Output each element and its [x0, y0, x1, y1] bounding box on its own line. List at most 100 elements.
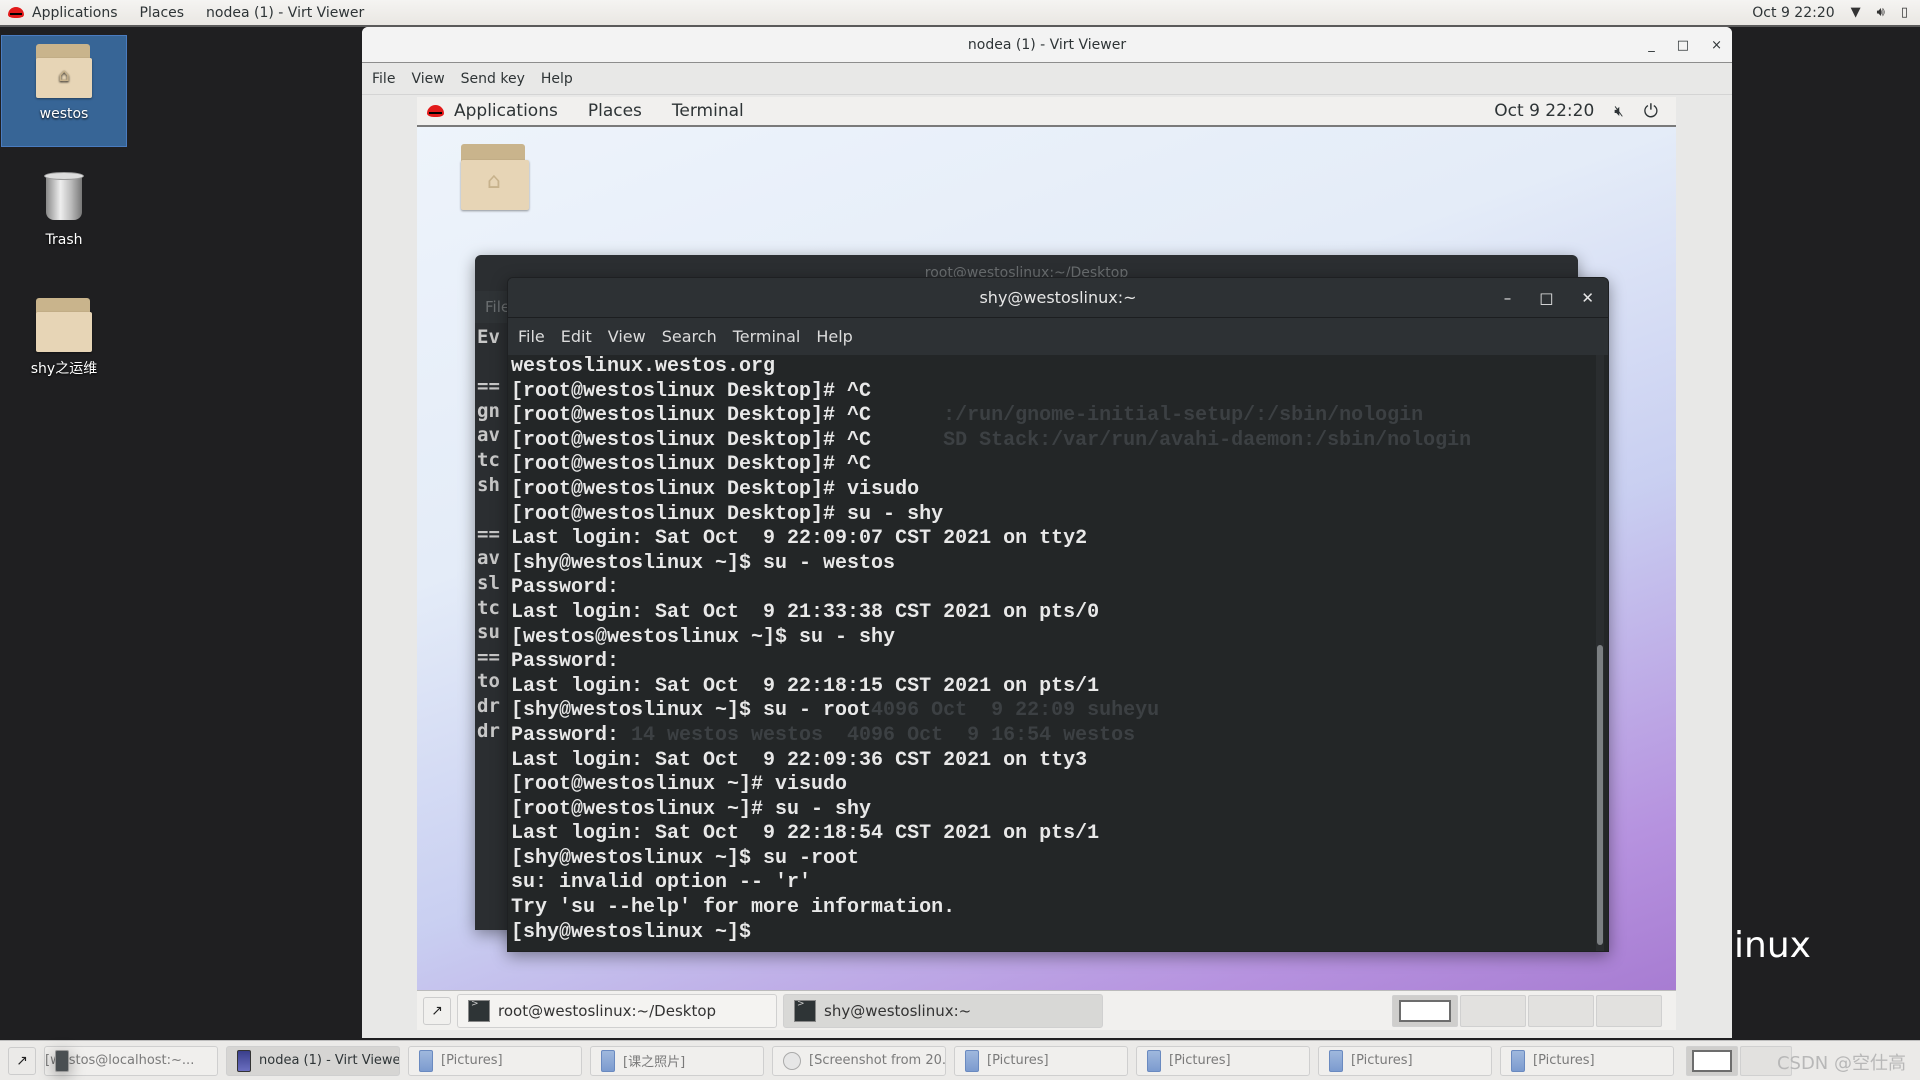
host-active-window-label[interactable]: nodea (1) - Virt Viewer [206, 5, 364, 21]
desktop-icon-trash[interactable]: Trash [1, 168, 127, 248]
terminal-line: [root@westoslinux ~]# visudo [511, 773, 848, 797]
terminal-line: Try 'su --help' for more information. [511, 896, 956, 920]
virt-viewer-window: nodea (1) - Virt Viewer _ □ × File View … [362, 27, 1732, 1038]
host-top-bar: Applications Places nodea (1) - Virt Vie… [0, 0, 1920, 27]
host-task-label: [Screenshot from 20... [809, 1053, 946, 1068]
host-task-item[interactable]: [Screenshot from 20... [772, 1045, 946, 1076]
terminal-menu-help[interactable]: Help [816, 327, 852, 346]
workspace-1[interactable] [1392, 994, 1458, 1027]
terminal-output[interactable]: westoslinux.westos.org [root@westoslinux … [511, 355, 1578, 945]
maximize-button[interactable]: □ [1539, 289, 1553, 307]
volume-icon[interactable]: 🔊︎ [1877, 5, 1885, 20]
host-clock[interactable]: Oct 9 22:20 [1752, 5, 1834, 21]
terminal-icon [794, 999, 816, 1022]
terminal-titlebar[interactable]: shy@westoslinux:~ – □ ✕ [508, 278, 1608, 318]
maximize-button[interactable]: □ [1677, 38, 1689, 53]
host-task-label: nodea (1) - Virt Viewer [259, 1053, 400, 1068]
host-task-item[interactable]: nodea (1) - Virt Viewer [226, 1045, 400, 1076]
minimize-button[interactable]: – [1504, 289, 1512, 307]
guest-task-root-desktop[interactable]: root@westoslinux:~/Desktop [457, 993, 777, 1028]
host-task-label: [Pictures] [987, 1053, 1049, 1068]
desktop-icon-label: shy之运维 [30, 361, 98, 377]
host-task-item[interactable]: [Pictures] [408, 1045, 582, 1076]
terminal-line: [root@westoslinux Desktop]# ^C [511, 379, 872, 403]
home-folder-icon: ⌂ [461, 144, 529, 210]
terminal-line: [westos@westoslinux ~]$ su - shy [511, 625, 896, 649]
wifi-icon[interactable]: ▼ [1851, 5, 1861, 20]
virt-viewer-title: nodea (1) - Virt Viewer [967, 36, 1127, 53]
guest-places-menu[interactable]: Places [588, 101, 642, 121]
guest-display[interactable]: Applications Places Terminal Oct 9 22:20… [417, 97, 1676, 1030]
terminal-menu-edit[interactable]: Edit [561, 327, 592, 346]
workspace-2[interactable] [1460, 994, 1526, 1027]
show-desktop-icon[interactable]: ↗ [423, 996, 451, 1025]
virt-viewer-titlebar[interactable]: nodea (1) - Virt Viewer _ □ × [362, 27, 1732, 63]
close-button[interactable]: × [1711, 38, 1722, 53]
guest-top-bar: Applications Places Terminal Oct 9 22:20… [417, 97, 1676, 127]
host-workspace-1[interactable] [1686, 1045, 1738, 1076]
terminal-line: Password: [511, 576, 620, 600]
terminal-scrollbar[interactable] [1596, 355, 1604, 951]
terminal-line: [root@westoslinux Desktop]# su - shy [511, 502, 944, 526]
host-places-menu[interactable]: Places [140, 5, 185, 21]
menu-help[interactable]: Help [541, 71, 573, 87]
host-task-label: [Pictures] [1351, 1053, 1413, 1068]
guest-task-label: shy@westoslinux:~ [824, 1001, 972, 1020]
battery-icon[interactable]: ▯ [1901, 5, 1908, 20]
host-task-item[interactable]: [Pictures] [1318, 1045, 1492, 1076]
terminal-content[interactable]: :/run/gnome-initial-setup/:/sbin/nologin… [508, 355, 1608, 951]
terminal-line: [root@westoslinux Desktop]# ^C [511, 404, 872, 428]
host-task-label: [Pictures] [441, 1053, 503, 1068]
scrollbar-thumb[interactable] [1597, 645, 1603, 945]
host-task-list: [westos@localhost:~... nodea (1) - Virt V… [36, 1045, 1674, 1076]
viewer-icon [783, 1051, 801, 1070]
terminal-icon [468, 999, 490, 1022]
host-task-item[interactable]: [westos@localhost:~... [44, 1045, 218, 1076]
guest-terminal-menu[interactable]: Terminal [672, 101, 744, 121]
terminal-line: [shy@westoslinux ~]$ su -root [511, 846, 860, 870]
menu-send-key[interactable]: Send key [461, 71, 525, 87]
terminal-line: [shy@westoslinux ~]$ [511, 920, 764, 944]
terminal-line: Last login: Sat Oct 9 22:18:54 CST 2021 … [511, 822, 1100, 846]
terminal-menu-terminal[interactable]: Terminal [733, 327, 801, 346]
files-icon [1147, 1049, 1161, 1072]
files-icon [965, 1049, 979, 1072]
terminal-line: Last login: Sat Oct 9 22:09:07 CST 2021 … [511, 527, 1088, 551]
terminal-line: Last login: Sat Oct 9 22:09:36 CST 2021 … [511, 748, 1088, 772]
close-button[interactable]: ✕ [1581, 289, 1594, 307]
host-task-item[interactable]: [Pictures] [1500, 1045, 1674, 1076]
host-taskbar: ↗ [westos@localhost:~... nodea (1) - Virt… [0, 1040, 1920, 1080]
terminal-window-shy[interactable]: shy@westoslinux:~ – □ ✕ File Edit View S… [507, 277, 1609, 952]
files-icon [419, 1049, 433, 1072]
redhat-logo-icon [427, 105, 444, 117]
terminal-line: [shy@westoslinux ~]$ su - westos [511, 551, 896, 575]
guest-applications-menu[interactable]: Applications [454, 101, 558, 121]
host-task-item[interactable]: [Pictures] [1136, 1045, 1310, 1076]
host-task-item[interactable]: [Pictures] [954, 1045, 1128, 1076]
desktop-icon-westos[interactable]: ⌂ westos [1, 35, 127, 147]
host-task-item[interactable]: [课之照片] [590, 1045, 764, 1076]
watermark: CSDN @空仕高 [1776, 1053, 1906, 1074]
guest-desktop-icon-root[interactable]: ⌂ [461, 144, 529, 210]
power-icon[interactable]: ⏻ [1644, 101, 1658, 122]
terminal-menu-file[interactable]: File [518, 327, 545, 346]
terminal-menu-view[interactable]: View [608, 327, 646, 346]
menu-view[interactable]: View [411, 71, 444, 87]
menu-file[interactable]: File [372, 71, 395, 87]
terminal-menu-search[interactable]: Search [662, 327, 717, 346]
host-applications-menu[interactable]: Applications [32, 5, 118, 21]
guest-clock[interactable]: Oct 9 22:20 [1494, 101, 1594, 121]
workspace-4[interactable] [1596, 994, 1662, 1027]
virt-viewer-menubar: File View Send key Help [362, 63, 1732, 95]
workspace-3[interactable] [1528, 994, 1594, 1027]
files-icon [601, 1049, 615, 1072]
guest-task-shy[interactable]: shy@westoslinux:~ [783, 993, 1103, 1028]
folder-icon [36, 298, 92, 352]
desktop-icon-shy-ops[interactable]: shy之运维 [1, 298, 127, 378]
terminal-line: [shy@westoslinux ~]$ su - root [511, 699, 872, 723]
show-desktop-icon[interactable]: ↗ [8, 1046, 36, 1075]
minimize-button[interactable]: _ [1648, 38, 1655, 53]
terminal-line: Password: [511, 650, 620, 674]
volume-muted-icon[interactable]: 🔇︎ [1614, 102, 1623, 120]
desktop-icon-label: Trash [45, 232, 83, 248]
